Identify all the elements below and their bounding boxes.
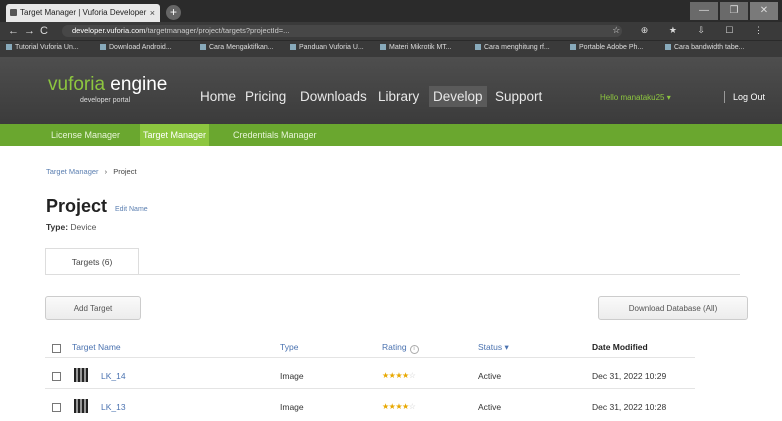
breadcrumb-separator: › xyxy=(104,167,108,176)
header-divider xyxy=(724,91,725,103)
target-type: Image xyxy=(280,371,304,381)
target-thumbnail-icon xyxy=(74,368,88,382)
column-target-name[interactable]: Target Name xyxy=(72,342,121,352)
target-name-link[interactable]: LK_13 xyxy=(101,402,126,412)
toolbar-icons[interactable]: ☆ ⊕ ★ ⇩ ☐ ⋮ xyxy=(612,25,772,36)
url-field[interactable]: developer.vuforia.com/targetmanager/proj… xyxy=(62,25,622,37)
type-value: Device xyxy=(70,222,97,232)
logo-subtitle: developer portal xyxy=(80,97,131,104)
column-rating[interactable]: Rating i xyxy=(382,342,419,354)
tab-targets[interactable]: Targets (6) xyxy=(45,248,139,275)
nav-support[interactable]: Support xyxy=(495,89,542,104)
bookmark-icon xyxy=(665,44,671,50)
row-divider xyxy=(45,388,695,389)
browser-tab[interactable]: Target Manager | Vuforia Developer × xyxy=(6,4,160,22)
tab-title: Target Manager | Vuforia Developer xyxy=(20,8,147,17)
target-status: Active xyxy=(478,371,502,381)
bookmark-icon xyxy=(570,44,576,50)
close-tab-icon[interactable]: × xyxy=(150,4,155,22)
bookmark-icon xyxy=(290,44,296,50)
bookmark-item[interactable]: Cara menghitung rf... xyxy=(475,44,550,51)
breadcrumb-current: Project xyxy=(113,167,137,176)
target-status: Active xyxy=(478,402,502,412)
table-divider xyxy=(45,357,695,358)
vuforia-logo[interactable]: vuforia engine xyxy=(48,75,167,95)
select-all-checkbox[interactable] xyxy=(52,344,61,353)
column-status[interactable]: Status ▾ xyxy=(478,342,509,353)
bookmark-icon xyxy=(200,44,206,50)
bookmark-item[interactable]: Download Android... xyxy=(100,44,172,51)
column-date-modified: Date Modified xyxy=(592,342,648,352)
logout-link[interactable]: Log Out xyxy=(733,92,765,102)
nav-library[interactable]: Library xyxy=(378,89,419,104)
subnav-credentials-manager[interactable]: Credentials Manager xyxy=(230,124,320,146)
bookmark-item[interactable]: Panduan Vuforia U... xyxy=(290,44,364,51)
add-target-button[interactable]: Add Target xyxy=(45,296,141,320)
page-title: Project xyxy=(46,196,108,216)
bookmark-icon xyxy=(6,44,12,50)
nav-home[interactable]: Home xyxy=(200,89,236,104)
rating-stars: ★★★★☆ xyxy=(382,402,416,411)
close-window-button[interactable]: ✕ xyxy=(750,2,778,20)
reload-button[interactable]: C xyxy=(40,23,48,39)
bookmark-item[interactable]: Cara Mengaktifkan... xyxy=(200,44,274,51)
target-date-modified: Dec 31, 2022 10:28 xyxy=(592,402,667,412)
favicon-icon xyxy=(10,9,17,16)
row-checkbox[interactable] xyxy=(52,372,61,381)
breadcrumb-target-manager[interactable]: Target Manager xyxy=(46,167,99,176)
bookmark-item[interactable]: Cara bandwidth tabe... xyxy=(665,44,744,51)
bookmark-item[interactable]: Materi Mikrotik MT... xyxy=(380,44,452,51)
new-tab-button[interactable]: + xyxy=(166,5,181,20)
user-menu[interactable]: Hello manataku25 ▾ xyxy=(600,93,671,102)
maximize-button[interactable]: ❐ xyxy=(720,2,748,20)
bookmark-icon xyxy=(380,44,386,50)
bookmark-icon xyxy=(100,44,106,50)
breadcrumb: Target Manager › Project xyxy=(46,167,137,176)
forward-button[interactable]: → xyxy=(24,23,35,39)
rating-stars: ★★★★☆ xyxy=(382,371,416,380)
target-name-link[interactable]: LK_14 xyxy=(101,371,126,381)
sub-navigation: License Manager Target Manager Credentia… xyxy=(0,124,782,146)
minimize-button[interactable]: — xyxy=(690,2,718,20)
target-date-modified: Dec 31, 2022 10:29 xyxy=(592,371,667,381)
back-button[interactable]: ← xyxy=(8,23,19,39)
url-host: developer.vuforia.com xyxy=(72,26,146,35)
type-label: Type: xyxy=(46,222,69,232)
project-type: Type: Device xyxy=(46,222,96,232)
subnav-target-manager[interactable]: Target Manager xyxy=(140,124,210,146)
nav-develop[interactable]: Develop xyxy=(429,86,487,107)
tab-divider xyxy=(45,274,740,275)
subnav-license-manager[interactable]: License Manager xyxy=(48,124,123,146)
bookmark-item[interactable]: Tutorial Vuforia Un... xyxy=(6,44,79,51)
browser-tab-bar: Target Manager | Vuforia Developer × + —… xyxy=(0,0,782,22)
nav-pricing[interactable]: Pricing xyxy=(245,89,286,104)
bookmark-icon xyxy=(475,44,481,50)
info-icon[interactable]: i xyxy=(409,345,419,354)
bookmarks-bar: Tutorial Vuforia Un... Download Android.… xyxy=(0,40,782,57)
site-header: vuforia engine developer portal Home Pri… xyxy=(0,57,782,125)
download-database-button[interactable]: Download Database (All) xyxy=(598,296,748,320)
url-path: /targetmanager/project/targets?projectId… xyxy=(145,26,290,35)
nav-downloads[interactable]: Downloads xyxy=(300,89,367,104)
row-checkbox[interactable] xyxy=(52,403,61,412)
target-type: Image xyxy=(280,402,304,412)
target-thumbnail-icon xyxy=(74,399,88,413)
column-type[interactable]: Type xyxy=(280,342,298,352)
edit-name-link[interactable]: Edit Name xyxy=(115,206,148,213)
address-bar-row: ← → C developer.vuforia.com/targetmanage… xyxy=(0,22,782,40)
bookmark-item[interactable]: Portable Adobe Ph... xyxy=(570,44,643,51)
